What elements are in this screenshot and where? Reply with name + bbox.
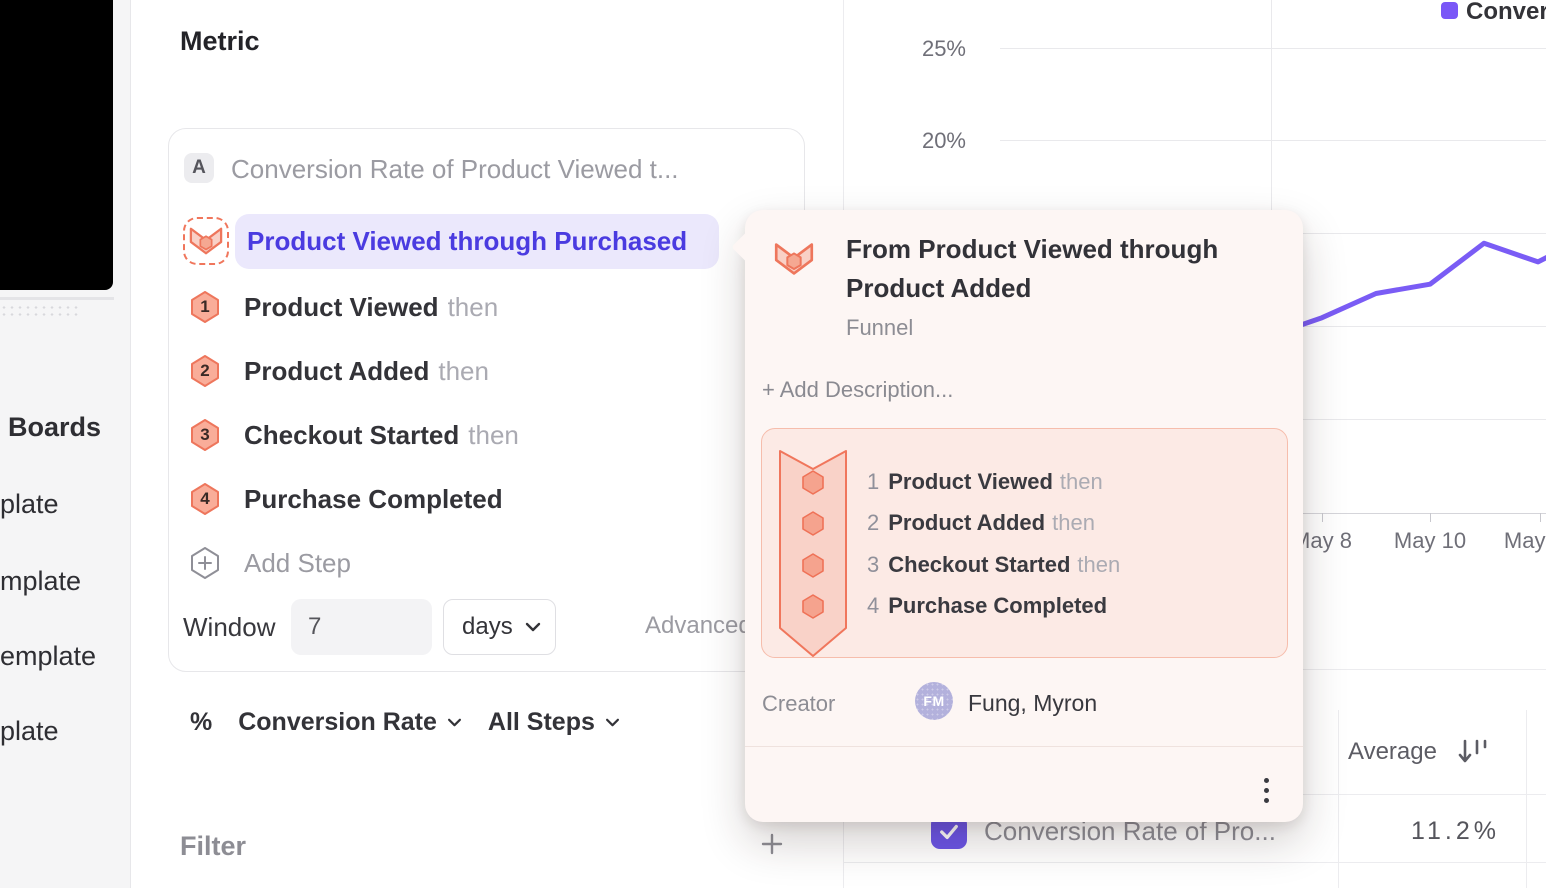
x-axis-label-may12: May 12 [1500,528,1546,554]
y-axis-label-20: 20% [900,128,966,154]
step-1-name: Product Viewedthen [244,292,498,323]
window-label: Window [183,612,275,643]
add-step-label: Add Step [244,548,351,579]
sidebar-item-template-1[interactable]: plate [0,489,59,520]
x-tick [1322,513,1323,522]
creator-avatar: FM [915,682,953,720]
sort-descending-icon[interactable] [1456,736,1490,773]
step-4-badge-icon: 4 [190,483,220,515]
window-unit-select[interactable]: days [443,599,556,655]
funnel-step-row-1[interactable]: 1 Product Viewedthen [190,291,498,323]
more-options-kebab-icon[interactable] [1253,770,1279,810]
legend-label[interactable]: Conver [1466,0,1546,26]
funnel-step-row-3[interactable]: 3 Checkout Startedthen [190,419,519,451]
creator-name: Fung, Myron [968,690,1097,717]
filter-section-title: Filter [180,831,246,862]
step-1-badge-icon: 1 [190,291,220,323]
series-a-badge: A [184,153,214,183]
sidebar-black-region [0,0,113,290]
step-3-badge-icon: 3 [190,419,220,451]
step-2-badge-icon: 2 [190,355,220,387]
popover-step-3: 3Checkout Startedthen [867,552,1120,578]
sidebar-divider [0,297,114,300]
step-4-name: Purchase Completed [244,484,512,515]
gridline-20 [1000,140,1546,141]
sidebar-dots-texture [0,304,80,316]
window-value-input[interactable]: 7 [291,599,432,655]
step-2-name: Product Addedthen [244,356,489,387]
y-axis-label-25: 25% [900,36,966,62]
add-step-plus-icon [190,547,220,579]
legend-swatch [1441,2,1458,19]
funnel-ribbon-icon [779,450,847,658]
add-filter-button[interactable] [760,832,784,861]
sidebar-item-template-4[interactable]: plate [0,716,59,747]
x-axis-label-may10: May 10 [1390,528,1470,554]
metric-card [168,128,805,672]
metric-section-title: Metric [180,26,260,57]
popover-type-label: Funnel [846,315,913,341]
table-row-average-value: 11.2% [1300,817,1500,846]
chevron-down-icon [605,718,620,727]
popover-step-2: 2Product Addedthen [867,510,1095,536]
sidebar-item-template-3[interactable]: emplate [0,641,96,672]
plus-icon [760,832,784,856]
add-step-button[interactable]: Add Step [190,547,351,579]
step-3-name: Checkout Startedthen [244,420,519,451]
add-description-link[interactable]: + Add Description... [762,377,953,403]
percent-symbol: % [190,708,212,737]
x-tick [1430,513,1431,522]
chevron-down-icon [447,718,462,727]
creator-label: Creator [762,691,835,717]
funnel-icon [774,242,814,281]
popover-divider [745,746,1303,747]
average-column-header[interactable]: Average [1348,738,1437,766]
gridline-25 [1000,48,1546,49]
popover-step-4: 4Purchase Completed [867,593,1114,619]
steps-scope-dropdown[interactable]: All Steps [488,708,595,737]
funnel-step-row-2[interactable]: 2 Product Addedthen [190,355,489,387]
chevron-down-icon [525,622,541,632]
popover-title: From Product Viewed through Product Adde… [846,230,1266,308]
measure-dropdown[interactable]: Conversion Rate [238,708,437,737]
funnel-step-row-4[interactable]: 4 Purchase Completed [190,483,512,515]
funnel-glyph [189,226,223,256]
funnel-name-pill[interactable]: Product Viewed through Purchased [235,214,719,269]
sidebar-item-template-2[interactable]: mplate [0,566,81,597]
funnel-details-popover: From Product Viewed through Product Adde… [745,210,1303,822]
advanced-link[interactable]: Advanced [645,612,752,640]
checkmark-icon [938,822,960,842]
conversion-line [1268,234,1546,336]
funnel-name-label: Product Viewed through Purchased [247,226,687,257]
table-row-border [843,862,1546,863]
series-a-name[interactable]: Conversion Rate of Product Viewed t... [231,154,679,185]
x-tick [1540,513,1541,522]
funnel-steps-card: 1Product Viewedthen 2Product Addedthen 3… [761,428,1288,658]
measure-row: % Conversion Rate All Steps [190,708,620,737]
sidebar-item-boards[interactable]: Boards [8,412,101,443]
popover-step-1: 1Product Viewedthen [867,469,1103,495]
funnel-icon[interactable] [183,217,229,265]
